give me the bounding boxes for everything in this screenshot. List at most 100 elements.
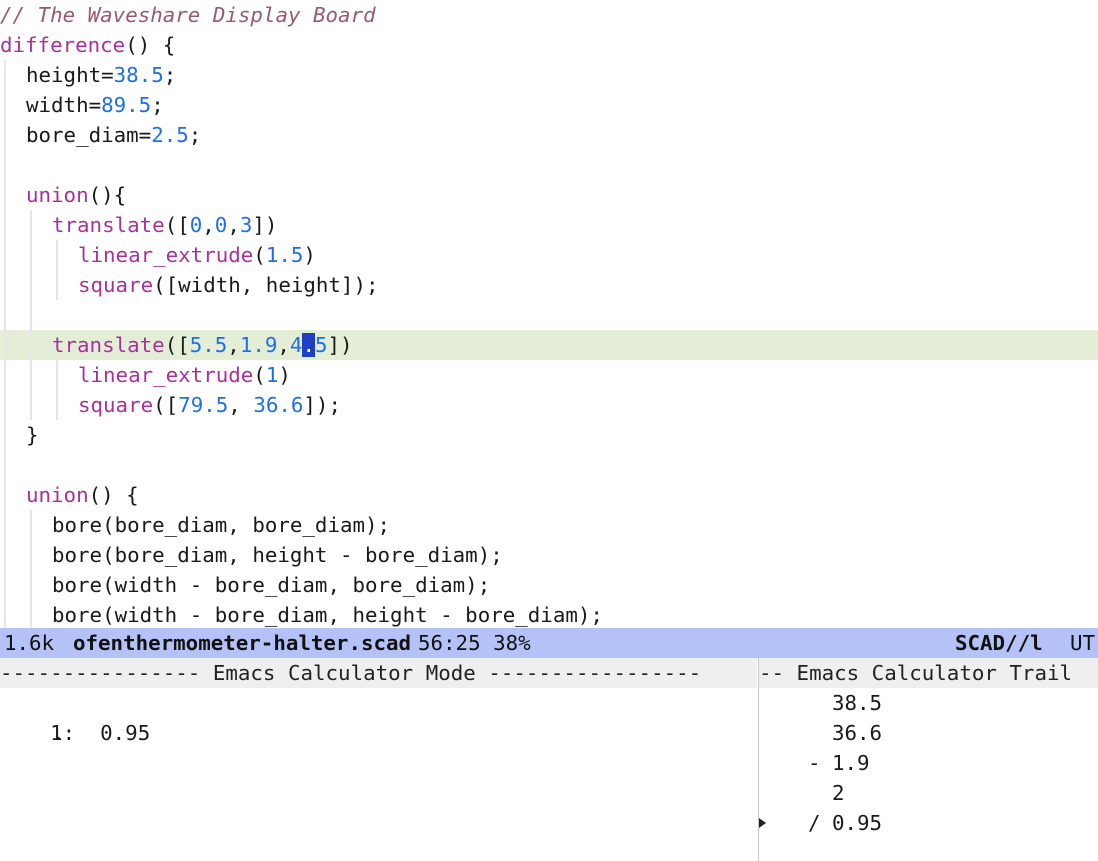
code-text: square([width, height]); xyxy=(78,270,379,300)
code-text: union(){ xyxy=(26,180,126,210)
indent-guide xyxy=(56,270,58,300)
indent-guide xyxy=(4,390,6,420)
code-line[interactable]: square([79.5, 36.6]); xyxy=(0,390,1098,420)
trail-value: 1.9 xyxy=(832,751,870,775)
code-text: height=38.5; xyxy=(26,60,176,90)
trail-value: 36.6 xyxy=(832,721,883,745)
code-token: ]) xyxy=(327,333,353,357)
indent-guide xyxy=(4,330,6,360)
code-line[interactable]: } xyxy=(0,420,1098,450)
code-text: linear_extrude(1.5) xyxy=(78,240,316,270)
code-token: 5.5 xyxy=(189,333,228,357)
trail-operator: - xyxy=(808,751,821,775)
code-line[interactable]: translate([0,0,3]) xyxy=(0,210,1098,240)
indent-guide xyxy=(30,270,32,300)
code-line[interactable]: bore(bore_diam, height - bore_diam); xyxy=(0,540,1098,570)
code-line-current[interactable]: translate([5.5,1.9,4.5]) xyxy=(0,330,1098,360)
code-token: 89.5 xyxy=(101,93,152,117)
code-token: // The Waveshare Display Board xyxy=(0,3,376,27)
indent-guide xyxy=(4,240,6,270)
stack-entry[interactable]: 1: 0.95 xyxy=(0,688,150,745)
indent-guide xyxy=(30,300,32,330)
code-token: linear_extrude xyxy=(78,243,254,267)
code-token: 79.5 xyxy=(178,393,229,417)
code-line[interactable]: height=38.5; xyxy=(0,60,1098,90)
code-token: linear_extrude xyxy=(78,363,254,387)
mode-line: 1.6k ofenthermometer-halter.scad 56:25 3… xyxy=(0,628,1098,658)
trail-header: -- Emacs Calculator Trail xyxy=(759,658,1098,688)
code-line[interactable]: union() { xyxy=(0,480,1098,510)
code-text: linear_extrude(1) xyxy=(78,360,291,390)
code-token: 2.5 xyxy=(151,123,189,147)
indent-guide xyxy=(30,210,32,240)
indent-guide xyxy=(4,570,6,600)
code-line[interactable]: linear_extrude(1) xyxy=(0,360,1098,390)
indent-guide xyxy=(4,420,6,450)
code-text: translate([5.5,1.9,4.5]) xyxy=(52,330,353,360)
code-token: , xyxy=(277,333,290,357)
code-line[interactable] xyxy=(0,450,1098,480)
code-line[interactable]: // The Waveshare Display Board xyxy=(0,0,1098,30)
code-token: bore(width - bore_diam, bore_diam); xyxy=(52,573,491,597)
code-line[interactable]: bore_diam=2.5; xyxy=(0,120,1098,150)
code-token: 36.6 xyxy=(253,393,304,417)
code-token: () { xyxy=(125,33,176,57)
text-cursor: . xyxy=(302,333,315,357)
indent-guide xyxy=(30,600,32,628)
code-token: ([ xyxy=(164,213,190,237)
indent-guide xyxy=(4,90,6,120)
cursor-position: 56:25 38% xyxy=(418,631,531,655)
code-token: ) xyxy=(278,363,291,387)
code-line[interactable] xyxy=(0,300,1098,330)
code-token: ]); xyxy=(303,393,341,417)
code-editor-buffer[interactable]: // The Waveshare Display Board difference… xyxy=(0,0,1098,628)
code-line[interactable]: union(){ xyxy=(0,180,1098,210)
code-text: bore(bore_diam, bore_diam); xyxy=(52,510,390,540)
major-mode[interactable]: SCAD//l xyxy=(955,628,1043,658)
code-token: ; xyxy=(151,93,164,117)
code-token: bore(bore_diam, bore_diam); xyxy=(52,513,391,537)
code-line[interactable]: width=89.5; xyxy=(0,90,1098,120)
code-line[interactable]: linear_extrude(1.5) xyxy=(0,240,1098,270)
indent-guide xyxy=(4,180,6,210)
code-line[interactable]: bore(width - bore_diam, height - bore_di… xyxy=(0,600,1098,628)
trail-value: 38.5 xyxy=(832,691,883,715)
indent-guide xyxy=(4,450,6,480)
code-token: 0 xyxy=(214,213,228,237)
code-text: bore(width - bore_diam, height - bore_di… xyxy=(52,600,603,628)
code-token: 38.5 xyxy=(113,63,164,87)
trail-value: 0.95 xyxy=(832,811,883,835)
indent-guide xyxy=(4,480,6,510)
code-token: ([width, height]); xyxy=(153,273,379,297)
code-token: union xyxy=(26,183,89,207)
code-token: bore_diam= xyxy=(26,123,152,147)
code-token: , xyxy=(202,213,215,237)
code-token: 5 xyxy=(314,333,328,357)
code-line[interactable]: bore(width - bore_diam, bore_diam); xyxy=(0,570,1098,600)
calculator-window[interactable]: ---------------- Emacs Calculator Mode -… xyxy=(0,658,757,861)
code-token: ( xyxy=(253,363,266,387)
code-text: bore_diam=2.5; xyxy=(26,120,201,150)
code-token: translate xyxy=(52,213,165,237)
code-token: ]) xyxy=(252,213,278,237)
buffer-filename[interactable]: ofenthermometer-halter.scad xyxy=(73,628,411,658)
indent-guide xyxy=(56,240,58,270)
code-text: } xyxy=(26,420,39,450)
indent-guide xyxy=(4,540,6,570)
code-line[interactable]: difference() { xyxy=(0,30,1098,60)
code-text: translate([0,0,3]) xyxy=(52,210,277,240)
buffer-size: 1.6k xyxy=(4,631,55,655)
code-line[interactable]: square([width, height]); xyxy=(0,270,1098,300)
code-text: union() { xyxy=(26,480,139,510)
trail-operator: / xyxy=(808,811,821,835)
calculator-trail-window[interactable]: -- Emacs Calculator Trail 38.5 36.6-1.9 2 /… xyxy=(758,658,1098,861)
code-token: union xyxy=(26,483,89,507)
code-line[interactable] xyxy=(0,150,1098,180)
trail-pointer-icon xyxy=(759,818,766,828)
stack-end-marker: . xyxy=(52,721,65,745)
code-token: () { xyxy=(88,483,139,507)
indent-guide xyxy=(56,360,58,390)
code-token: 1.5 xyxy=(265,243,304,267)
code-line[interactable]: bore(bore_diam, bore_diam); xyxy=(0,510,1098,540)
code-token: 1 xyxy=(265,363,279,387)
